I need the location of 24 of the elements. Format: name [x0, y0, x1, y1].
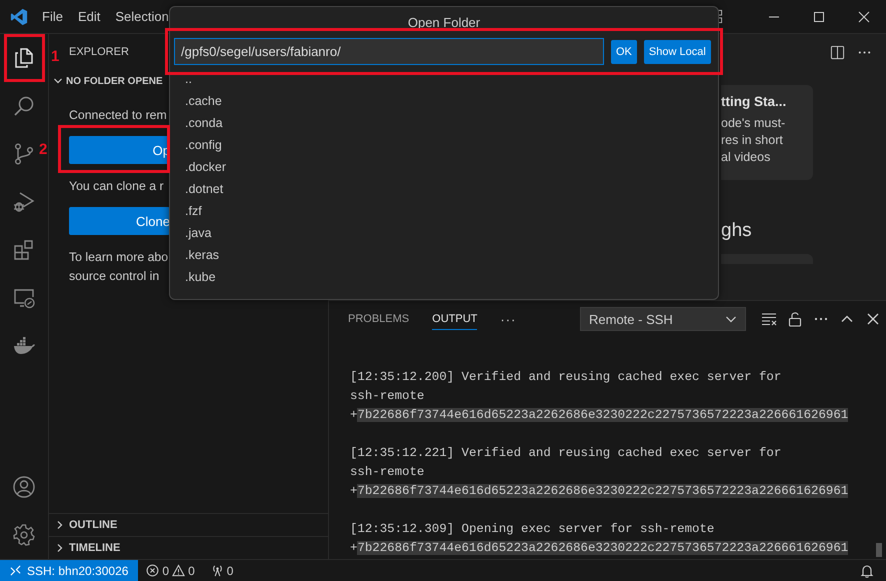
sidebar-text: You can clone a r [69, 178, 164, 195]
step-number: 1 [51, 48, 60, 65]
section-heading: ghs [721, 220, 753, 242]
sidebar-text: Connected to rem [69, 107, 167, 124]
log-line: ssh-remote [350, 388, 426, 405]
sidebar-text: To learn more abo [69, 249, 168, 266]
log-text: + [350, 541, 358, 555]
card-text: ode's must- [721, 115, 786, 132]
log-line: [12:35:12.221] Verified and reusing cached exec server for [350, 445, 782, 462]
log-line: [12:35:12.200] Verified and reusing cached exec server for [350, 369, 782, 386]
highlighted-hash: 7b22686f73744e616d65223a2262686e3230222c2275736572223a226661626961 [357, 484, 848, 498]
card-text: res in short [721, 132, 784, 149]
highlighted-hash: 7b22686f73744e616d65223a2262686e3230222c2275736572223a226661626961 [357, 541, 848, 555]
sidebar-text: source control in [69, 268, 160, 285]
step-number: 2 [39, 141, 48, 158]
highlighted-hash: 7b22686f73744e616d65223a2262686e3230222c2275736572223a226661626961 [357, 408, 848, 422]
dialog-title: Open Folder [408, 14, 480, 32]
log-text: + [350, 484, 358, 498]
log-text: + [350, 408, 358, 422]
card-title: tting Sta... [721, 94, 788, 109]
card-text: al videos [721, 149, 772, 166]
log-line: ssh-remote [350, 464, 426, 481]
log-line: [12:35:12.309] Opening exec server for ssh-remote [350, 521, 716, 538]
sidebar-title: EXPLORER [69, 46, 129, 58]
